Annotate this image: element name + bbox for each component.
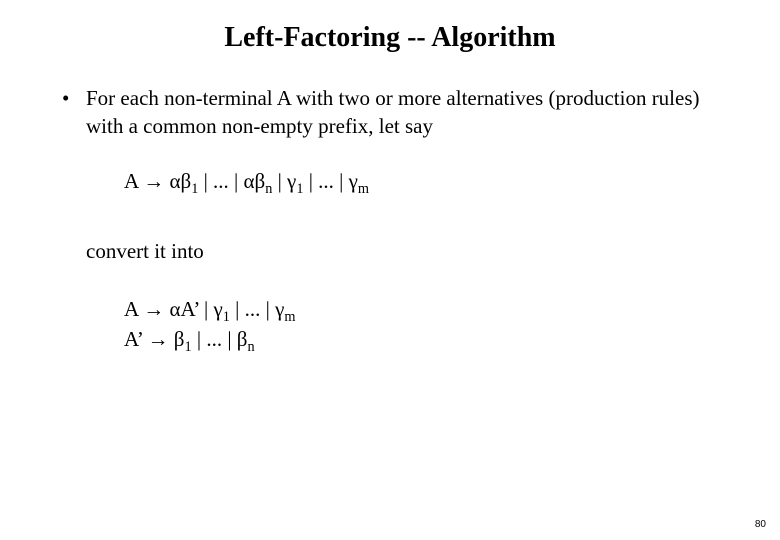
slide: Left-Factoring -- Algorithm For each non…: [0, 0, 780, 540]
slide-title: Left-Factoring -- Algorithm: [0, 0, 780, 54]
slide-content: For each non-terminal A with two or more…: [0, 54, 780, 354]
formula-result: A → αA’ | γ1 | ... | γm A’ → β1 | ... | …: [50, 295, 730, 354]
page-number: 80: [755, 519, 766, 530]
convert-text: convert it into: [50, 237, 730, 265]
formula-result-line-2: A’ → β1 | ... | βn: [124, 325, 730, 354]
bullet-text: For each non-terminal A with two or more…: [58, 84, 730, 141]
formula-result-line-1: A → αA’ | γ1 | ... | γm: [124, 295, 730, 324]
formula-original: A → αβ1 | ... | αβn | γ1 | ... | γm: [50, 167, 730, 195]
